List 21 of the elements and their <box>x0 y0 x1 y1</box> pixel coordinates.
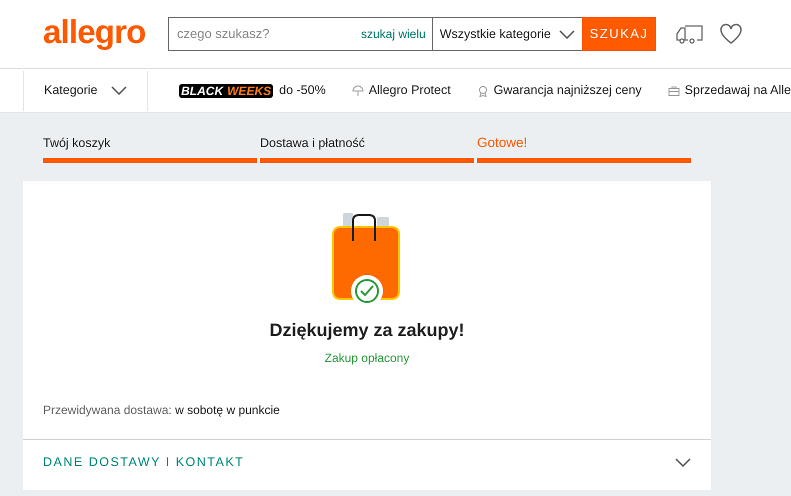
chevron-down-icon <box>675 458 691 467</box>
promo-text[interactable]: do -50% <box>279 81 326 100</box>
nav-link[interactable]: Allegro Protect <box>352 81 451 100</box>
medal-icon <box>476 84 489 96</box>
payment-status: Zakup opłacony <box>324 350 410 367</box>
categories-dropdown[interactable]: Kategorie <box>23 70 148 110</box>
checkout-step: Gotowe! <box>477 133 691 163</box>
delivery-info: Przewidywana dostawa: w sobotę w punkcie <box>43 402 281 419</box>
checkout-step: Dostawa i płatność <box>260 133 474 163</box>
search-field[interactable]: czego szukasz? <box>169 24 361 44</box>
heart-icon[interactable] <box>719 23 743 45</box>
briefcase-icon <box>668 84 680 96</box>
chevron-down-icon <box>111 86 128 95</box>
chevron-down-icon <box>559 30 576 38</box>
nav-link[interactable]: Sprzedawaj na Alle <box>668 81 791 100</box>
thank-you-heading: Dziękujemy za zakupy! <box>269 319 465 342</box>
checkout-step: Twój koszyk <box>43 133 257 163</box>
delivery-contact-accordion[interactable]: DANE DOSTAWY I KONTAKT <box>23 439 711 485</box>
umbrella-icon <box>352 84 364 96</box>
search-many-link[interactable]: szukaj wielu <box>361 25 432 43</box>
nav-link[interactable]: Gwarancja najniższej ceny <box>476 81 642 100</box>
